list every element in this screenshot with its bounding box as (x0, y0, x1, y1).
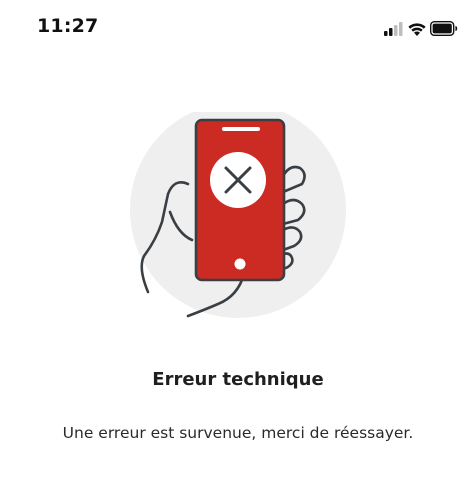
phone-error-illustration (130, 112, 346, 318)
status-bar: 11:27 (0, 0, 476, 56)
error-title: Erreur technique (152, 369, 324, 390)
error-message: Une erreur est survenue, merci de réessa… (62, 424, 414, 442)
wifi-icon (408, 23, 426, 36)
signal-icon (384, 22, 403, 36)
status-time: 11:27 (37, 15, 99, 37)
error-x-icon (210, 152, 266, 208)
battery-icon (429, 20, 458, 37)
status-icons (384, 20, 458, 37)
